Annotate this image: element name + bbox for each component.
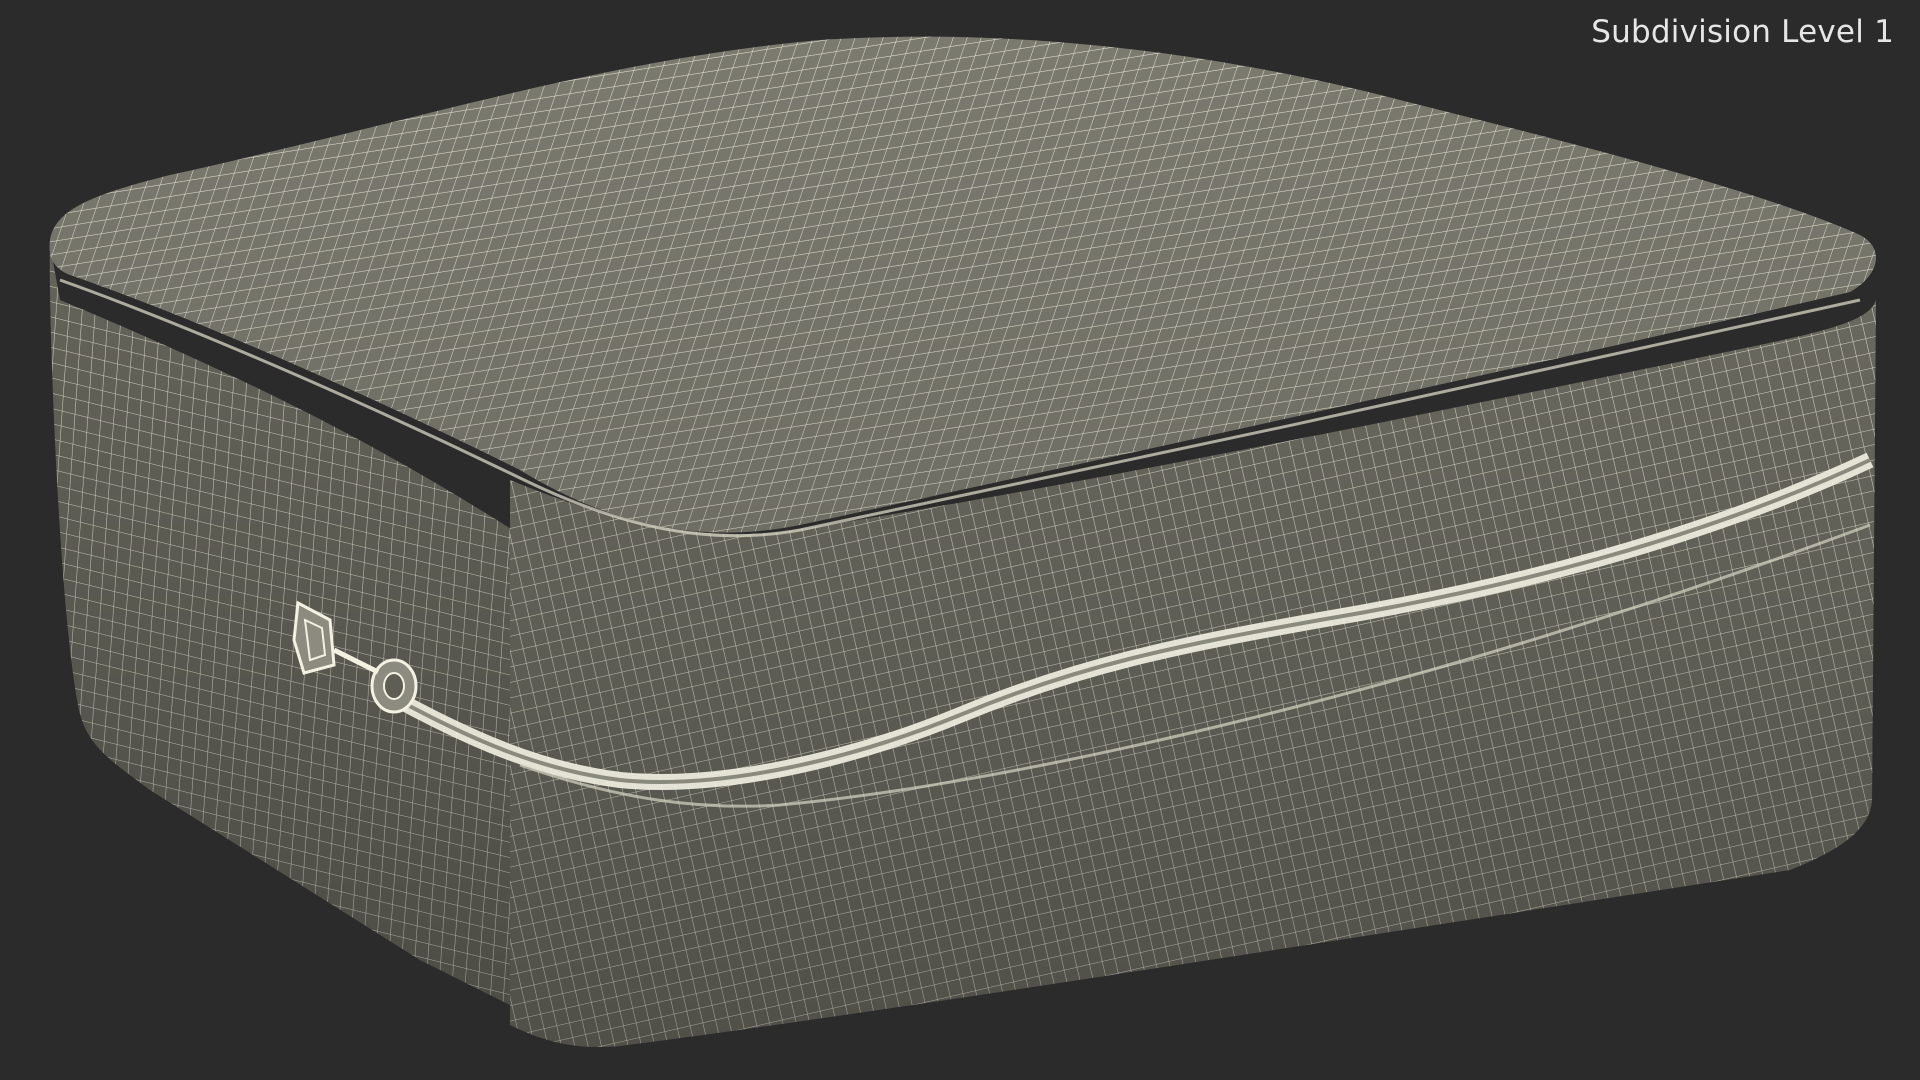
render-label: Subdivision Level 1 xyxy=(1591,14,1894,50)
render-viewport: Subdivision Level 1 xyxy=(0,0,1920,1080)
suitcase-wireframe-model xyxy=(49,36,1877,1048)
